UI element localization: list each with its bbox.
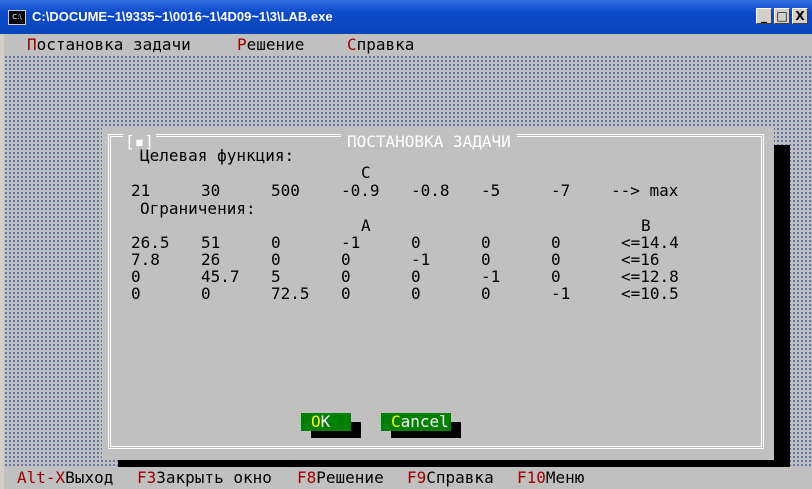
a-value: 26 [201, 250, 221, 269]
a-value: 0 [481, 250, 491, 269]
status-key: F3 [137, 468, 157, 487]
status-item-solution[interactable]: F8Решение [297, 467, 384, 489]
console-app-icon[interactable]: C:\ [8, 10, 26, 25]
b-header: B [641, 216, 651, 235]
status-key: F9 [407, 468, 427, 487]
dialog-title: ПОСТАНОВКА ЗАДАЧИ [341, 134, 517, 152]
menu-label: ешение [246, 35, 305, 54]
window-title: C:\DOCUME~1\9335~1\0016~1\4D09~1\3\LAB.e… [32, 9, 333, 24]
ok-hotkey: O [311, 412, 321, 431]
a-value: 0 [341, 267, 351, 286]
a-value: 0 [411, 233, 421, 252]
maximize-button[interactable]: □ [774, 8, 790, 24]
a-value: -1 [411, 250, 431, 269]
c-header: C [361, 163, 371, 182]
a-value: -1 [551, 284, 571, 303]
status-label: Закрыть окно [156, 468, 272, 487]
menu-bar: Постановка задачи Решение Справка [4, 34, 812, 55]
console-window: C:\ C:\DOCUME~1\9335~1\0016~1\4D09~1\3\L… [0, 0, 812, 489]
a-value: 45.7 [201, 267, 240, 286]
a-value: 0 [271, 233, 281, 252]
a-value: 51 [201, 233, 221, 252]
status-bar: Alt-XВыход F3Закрыть окно F8Решение F9Сп… [4, 467, 812, 489]
c-value: -0.8 [411, 181, 450, 200]
menu-item-solution[interactable]: Решение [237, 34, 304, 55]
c-value: -7 [551, 181, 571, 200]
status-key: F8 [297, 468, 317, 487]
a-value: 0 [551, 267, 561, 286]
c-value: 500 [271, 181, 300, 200]
status-label: Решение [316, 468, 384, 487]
minimize-button[interactable]: _ [756, 8, 772, 24]
objective-suffix: --> max [611, 181, 679, 200]
a-value: 7.8 [131, 250, 160, 269]
c-value: -0.9 [341, 181, 380, 200]
c-value: 21 [131, 181, 151, 200]
a-value: 0 [271, 250, 281, 269]
status-item-menu[interactable]: F10Меню [517, 467, 584, 489]
b-value: <=14.4 [621, 233, 679, 252]
status-key: F10 [517, 468, 546, 487]
a-value: 5 [271, 267, 281, 286]
a-value: 0 [481, 284, 491, 303]
console-area: Постановка задачи Решение Справка [▪] ПО… [4, 34, 812, 489]
constraints-label: Ограничения: [140, 199, 256, 218]
close-button[interactable]: X [792, 8, 808, 24]
desktop-background: [▪] ПОСТАНОВКА ЗАДАЧИ Целевая функция: C… [4, 55, 812, 477]
menu-label: правка [356, 35, 415, 54]
a-value: 0 [341, 284, 351, 303]
a-value: 0 [411, 284, 421, 303]
b-value: <=16 [621, 250, 660, 269]
ok-button[interactable]: OK [301, 413, 351, 431]
a-value: 0 [551, 233, 561, 252]
a-value: 0 [131, 267, 141, 286]
a-value: 0 [341, 250, 351, 269]
cancel-hotkey: C [391, 412, 401, 431]
menu-item-help[interactable]: Справка [347, 34, 414, 55]
status-label: Выход [65, 468, 114, 487]
b-value: <=10.5 [621, 284, 679, 303]
a-header: A [361, 216, 371, 235]
status-item-exit[interactable]: Alt-XВыход [17, 467, 113, 489]
problem-dialog: [▪] ПОСТАНОВКА ЗАДАЧИ Целевая функция: C… [102, 128, 774, 460]
status-key: Alt-X [17, 468, 66, 487]
status-label: Меню [545, 468, 585, 487]
a-value: -1 [341, 233, 361, 252]
a-value: 0 [551, 250, 561, 269]
ok-label: K [320, 412, 331, 431]
status-label: Справка [426, 468, 494, 487]
c-value: 30 [201, 181, 221, 200]
status-item-help[interactable]: F9Справка [407, 467, 494, 489]
menu-label: остановка задачи [36, 35, 191, 54]
menu-hotkey: Р [237, 35, 247, 54]
title-bar[interactable]: C:\ C:\DOCUME~1\9335~1\0016~1\4D09~1\3\L… [0, 0, 812, 34]
status-item-close-window[interactable]: F3Закрыть окно [137, 467, 272, 489]
a-value: 26.5 [131, 233, 170, 252]
a-value: 72.5 [271, 284, 310, 303]
menu-item-problem[interactable]: Постановка задачи [27, 34, 191, 55]
cancel-button[interactable]: Cancel [381, 413, 451, 431]
a-value: -1 [481, 267, 501, 286]
a-value: 0 [201, 284, 211, 303]
c-value: -5 [481, 181, 501, 200]
a-value: 0 [411, 267, 421, 286]
a-value: 0 [481, 233, 491, 252]
menu-hotkey: С [347, 35, 357, 54]
cancel-label: ancel [400, 412, 449, 431]
a-value: 0 [131, 284, 141, 303]
b-value: <=12.8 [621, 267, 679, 286]
menu-hotkey: П [27, 35, 37, 54]
objective-label: Целевая функция: [140, 146, 295, 165]
